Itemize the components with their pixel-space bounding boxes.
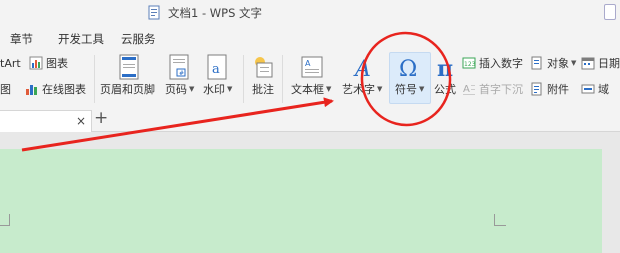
ribbon-separator — [243, 55, 244, 103]
picture-cut-button[interactable]: 图 — [0, 80, 11, 98]
chevron-down-icon: ▼ — [377, 85, 383, 93]
textbox-icon: A — [301, 56, 323, 78]
menu-chapter[interactable]: 章节 — [10, 31, 33, 47]
header-footer-button[interactable]: 页眉和页脚 — [100, 81, 155, 97]
ribbon-toolbar: tArt 图表 图 在线图表 页眉和页脚 # 页码 ▼ a 水印 ▼ 批注 A … — [0, 50, 620, 108]
omega-icon: Ω — [399, 57, 417, 82]
insert-number-button[interactable]: 123 插入数字 — [462, 54, 523, 72]
menu-cloud-service[interactable]: 云服务 — [121, 31, 156, 47]
svg-text:Ω: Ω — [399, 57, 417, 82]
calendar-icon — [581, 57, 595, 70]
svg-text:π: π — [437, 56, 453, 82]
window-title: 文档1 - WPS 文字 — [168, 6, 263, 20]
menu-developer-tools[interactable]: 开发工具 — [58, 31, 104, 47]
symbol-label: 符号 — [395, 83, 417, 96]
svg-text:A: A — [305, 59, 311, 68]
drop-cap-button[interactable]: A 首字下沉 — [462, 80, 523, 98]
chart-button[interactable]: 图表 — [29, 54, 68, 72]
svg-text:A: A — [353, 57, 371, 82]
wordart-icon: A — [353, 57, 371, 82]
chevron-down-icon: ▼ — [419, 85, 425, 93]
date-label: 日期 — [598, 57, 620, 70]
document-tab[interactable]: × — [0, 110, 92, 132]
close-icon[interactable]: × — [76, 114, 86, 128]
svg-text:123: 123 — [464, 61, 476, 68]
chevron-down-icon: ▼ — [571, 59, 577, 67]
chevron-down-icon: ▼ — [227, 85, 233, 93]
field-icon — [581, 84, 595, 94]
smartart-label: tArt — [0, 56, 21, 70]
page-number-button[interactable]: 页码 ▼ — [165, 81, 194, 97]
header-footer-label: 页眉和页脚 — [100, 83, 155, 96]
menu-bar: 章节 开发工具 云服务 — [0, 26, 620, 50]
field-label: 域 — [598, 83, 609, 96]
margin-corner-mark — [494, 214, 506, 226]
online-chart-icon — [26, 85, 37, 95]
wordart-button[interactable]: 艺术字 ▼ — [342, 81, 382, 97]
comment-label: 批注 — [252, 83, 274, 96]
comment-icon — [255, 57, 273, 78]
watermark-label: 水印 — [203, 83, 225, 96]
chart-label: 图表 — [46, 57, 68, 70]
attachment-button[interactable]: 附件 — [530, 80, 569, 98]
equation-label: 公式 — [434, 83, 456, 96]
date-button[interactable]: 日期 — [581, 54, 620, 72]
equation-button[interactable]: 公式 — [434, 81, 456, 97]
object-icon — [531, 56, 542, 70]
page-number-icon: # — [169, 54, 189, 80]
document-icon — [148, 5, 160, 20]
svg-text:a: a — [212, 62, 220, 77]
chart-icon — [29, 56, 43, 70]
online-chart-label: 在线图表 — [42, 83, 86, 96]
account-icon[interactable] — [604, 4, 616, 20]
svg-text:#: # — [179, 70, 184, 77]
header-footer-icon — [119, 54, 139, 80]
document-page[interactable] — [0, 149, 602, 253]
field-button[interactable]: 域 — [581, 80, 609, 98]
ribbon-separator — [94, 55, 95, 103]
add-tab-icon[interactable]: + — [94, 108, 108, 128]
ribbon-separator — [282, 55, 283, 103]
chevron-down-icon: ▼ — [189, 85, 195, 93]
picture-cut-label: 图 — [0, 83, 11, 96]
insert-number-icon: 123 — [462, 57, 476, 69]
window-title-group: 文档1 - WPS 文字 — [148, 5, 262, 21]
document-workspace — [0, 132, 620, 253]
chevron-down-icon: ▼ — [326, 85, 332, 93]
pi-icon: π — [437, 56, 453, 82]
object-label: 对象 — [547, 57, 569, 70]
document-tab-bar: × + — [0, 108, 620, 132]
smartart-button[interactable]: tArt — [0, 54, 21, 72]
page-number-label: 页码 — [165, 83, 187, 96]
comment-button[interactable]: 批注 — [252, 81, 274, 97]
wordart-label: 艺术字 — [342, 83, 375, 96]
margin-corner-mark — [0, 214, 10, 226]
drop-cap-label: 首字下沉 — [479, 83, 523, 96]
symbol-label-group[interactable]: 符号 ▼ — [395, 81, 424, 97]
svg-text:A: A — [463, 84, 470, 95]
textbox-label: 文本框 — [291, 83, 324, 96]
watermark-icon: a — [207, 54, 227, 80]
attachment-label: 附件 — [547, 83, 569, 96]
textbox-button[interactable]: 文本框 ▼ — [291, 81, 331, 97]
object-button[interactable]: 对象 ▼ — [530, 54, 576, 72]
drop-cap-icon: A — [463, 84, 475, 95]
insert-number-label: 插入数字 — [479, 57, 523, 70]
title-bar: 文档1 - WPS 文字 — [0, 0, 620, 26]
watermark-button[interactable]: 水印 ▼ — [203, 81, 232, 97]
attachment-icon — [531, 82, 542, 96]
online-chart-button[interactable]: 在线图表 — [25, 80, 86, 98]
